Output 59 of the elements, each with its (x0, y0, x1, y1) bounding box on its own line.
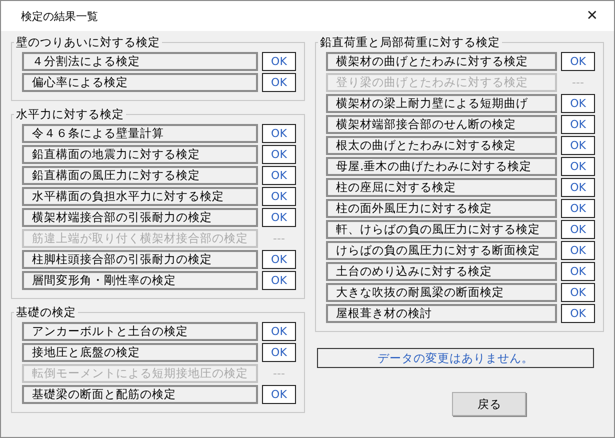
check-result: OK (262, 73, 296, 92)
check-result: OK (262, 343, 296, 362)
check-label: 登り梁の曲げとたわみに対する検定 (326, 73, 557, 92)
check-label: 柱の座屈に対する検定 (326, 178, 557, 197)
check-result: OK (561, 304, 595, 323)
check-result: OK (561, 157, 595, 176)
group-title: 鉛直荷重と局部荷重に対する検定 (318, 35, 501, 50)
check-label: 水平構面の負担水平力に対する検定 (22, 187, 258, 206)
check-result: OK (561, 52, 595, 71)
check-result: OK (262, 385, 296, 404)
group-title: 壁のつりあいに対する検定 (15, 35, 161, 50)
check-label: 横架材の梁上耐力壁による短期曲げ (326, 94, 557, 113)
check-label: 大きな吹抜の耐風梁の断面検定 (326, 283, 557, 302)
check-label: 横架材の曲げとたわみに対する検定 (326, 52, 557, 71)
check-label: 母屋.垂木の曲げたわみに対する検定 (326, 157, 557, 176)
check-result: OK (262, 166, 296, 185)
check-label: 層間変形角・剛性率の検定 (22, 271, 258, 290)
check-label: アンカーボルトと土台の検定 (22, 322, 258, 341)
check-result: OK (262, 52, 296, 71)
check-label: 筋違上端が取り付く横架材接合部の検定 (22, 229, 258, 248)
check-result: OK (561, 283, 595, 302)
check-result: OK (561, 262, 595, 281)
check-label: 鉛直構面の地震力に対する検定 (22, 145, 258, 164)
check-label: 基礎梁の断面と配筋の検定 (22, 385, 258, 404)
check-label: 横架材端部接合部のせん断の検定 (326, 115, 557, 134)
check-label: 転倒モーメントによる短期接地圧の検定 (22, 364, 258, 383)
window-title: 検定の結果一覧 (21, 8, 98, 24)
check-label: 鉛直構面の風圧力に対する検定 (22, 166, 258, 185)
group-title: 水平力に対する検定 (15, 107, 125, 122)
check-label: 接地圧と底盤の検定 (22, 343, 258, 362)
check-result: OK (262, 208, 296, 227)
check-result: OK (561, 94, 595, 113)
check-label: 土台のめり込みに対する検定 (326, 262, 557, 281)
close-button[interactable]: ✕ (582, 8, 602, 24)
check-result: OK (262, 322, 296, 341)
check-label: 偏心率による検定 (22, 73, 258, 92)
check-result: OK (561, 241, 595, 260)
check-label: 屋根葺き材の検討 (326, 304, 557, 323)
back-button[interactable]: 戻る (452, 392, 526, 416)
check-result: OK (262, 187, 296, 206)
check-result: OK (262, 250, 296, 269)
check-result: OK (561, 115, 595, 134)
check-result: OK (262, 124, 296, 143)
check-label: 柱の面外風圧力に対する検定 (326, 199, 557, 218)
check-label: 柱脚柱頭接合部の引張耐力の検定 (22, 250, 258, 269)
group-title: 基礎の検定 (15, 305, 77, 320)
check-result: OK (262, 271, 296, 290)
check-label: 根太の曲げとたわみに対する検定 (326, 136, 557, 155)
check-result: OK (561, 136, 595, 155)
check-label: 横架材端接合部の引張耐力の検定 (22, 208, 258, 227)
check-label: けらばの負の風圧力に対する断面検定 (326, 241, 557, 260)
check-result: OK (561, 220, 595, 239)
check-result: OK (561, 178, 595, 197)
check-label: 軒、けらばの負の風圧力に対する検定 (326, 220, 557, 239)
status-message: データの変更はありません。 (316, 348, 594, 368)
check-label: ４分割法による検定 (22, 52, 258, 71)
check-result: OK (561, 199, 595, 218)
check-label: 令４６条による壁量計算 (22, 124, 258, 143)
check-result: OK (262, 145, 296, 164)
